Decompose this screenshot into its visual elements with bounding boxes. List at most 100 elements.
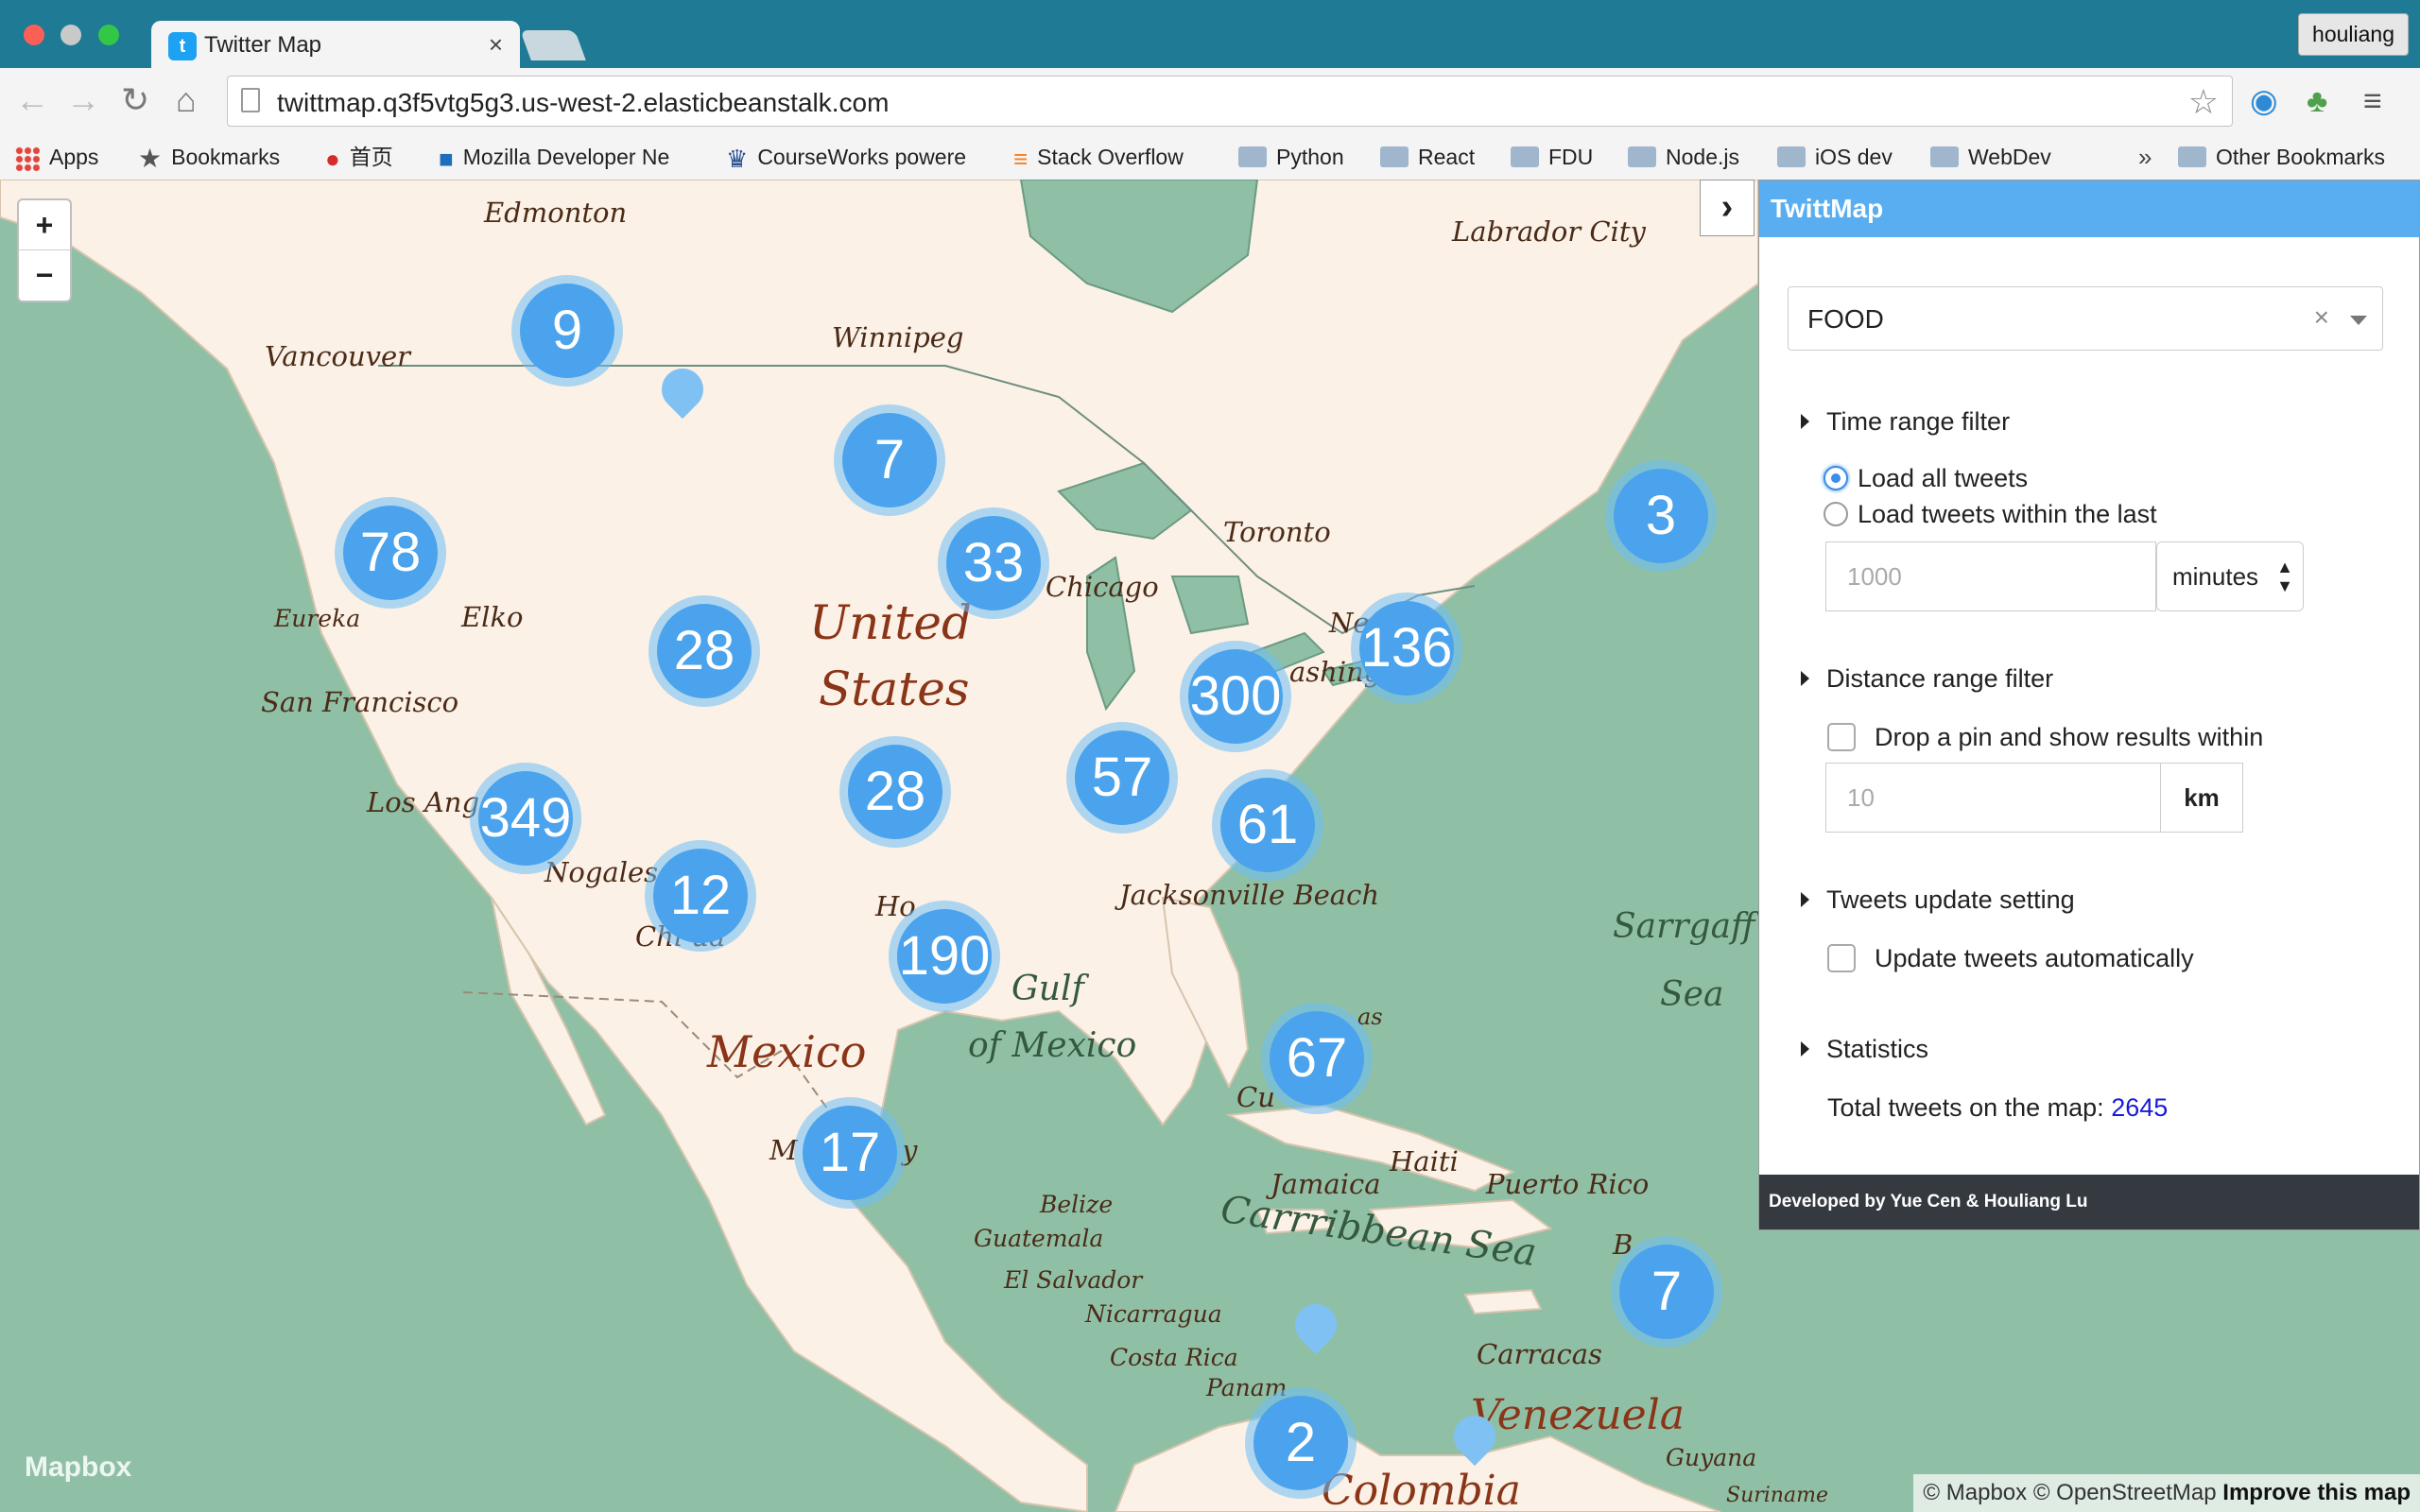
drop-pin-option[interactable]: Drop a pin and show results within [1827,722,2263,753]
back-arrow-icon[interactable]: ← [15,81,49,119]
home-icon[interactable]: ⌂ [176,81,197,119]
load-tweets-within-option[interactable]: Load tweets within the last [1824,500,2157,529]
cluster-count: 33 [946,516,1041,610]
tweet-cluster[interactable]: 7 [1611,1236,1722,1348]
tweet-cluster[interactable]: 190 [889,901,1000,1012]
menu-icon[interactable]: ≡ [2363,85,2382,117]
browser-tab[interactable]: t Twitter Map × [151,21,520,68]
auto-update-option[interactable]: Update tweets automatically [1827,943,2194,974]
bookmark-folder-python[interactable]: Python [1238,140,1344,174]
bookmark-label: 首页 [349,145,393,169]
tweet-cluster[interactable]: 33 [938,507,1049,619]
bookmark-folder-webdev[interactable]: WebDev [1930,140,2051,174]
total-tweets-row: Total tweets on the map: 2645 [1827,1093,2168,1123]
bookmark-star-icon[interactable]: ☆ [2188,82,2219,122]
total-tweets-value: 2645 [2111,1093,2169,1122]
place-label: Labrador City [1452,215,1646,248]
section-title: Time range filter [1826,407,2011,436]
distance-range-filter-toggle[interactable]: Distance range filter [1801,664,2053,694]
distance-input[interactable]: 10 [1825,763,2162,833]
attribution-mapbox-link[interactable]: © Mapbox [1923,1480,2027,1505]
tweet-cluster[interactable]: 2 [1245,1387,1357,1499]
minimize-window-button[interactable] [60,25,81,45]
caret-right-icon [1801,1040,1809,1057]
load-all-tweets-option[interactable]: Load all tweets [1824,464,2028,493]
tweet-cluster[interactable]: 28 [839,736,951,848]
bookmark-folder-react[interactable]: React [1380,140,1475,174]
topic-selected-value: FOOD [1807,304,1884,334]
auto-update-checkbox[interactable] [1827,943,1856,972]
clear-topic-icon[interactable]: × [2314,302,2329,333]
cluster-count: 17 [803,1106,897,1200]
cluster-count: 12 [653,849,748,943]
tweet-cluster[interactable]: 7 [834,404,945,516]
bookmark-bookmarks[interactable]: ★ Bookmarks [138,140,280,174]
bookmark-label: Node.js [1666,145,1739,169]
tweet-cluster[interactable]: 349 [470,763,581,874]
new-tab-button[interactable] [520,30,586,60]
mapbox-logo[interactable]: Mapbox [25,1452,131,1484]
tweet-cluster[interactable]: 78 [335,497,446,609]
bookmark-weibo[interactable]: ● 首页 [325,140,393,174]
bookmark-label: CourseWorks powere [757,145,967,169]
time-amount-input[interactable]: 1000 [1825,541,2156,611]
panel-collapse-chevron-icon[interactable]: › [1700,180,1754,236]
bookmark-folder-ios-dev[interactable]: iOS dev [1777,140,1893,174]
section-title: Tweets update setting [1826,885,2075,914]
profile-button[interactable]: houliang [2298,13,2409,56]
url-text[interactable]: twittmap.q3f5vtg5g3.us-west-2.elasticbea… [277,88,889,118]
tab-close-icon[interactable]: × [489,30,503,60]
bookmark-apps[interactable]: Apps [15,140,98,174]
bookmark-label: Apps [49,145,99,169]
tab-title: Twitter Map [204,32,322,58]
bookmark-label: React [1418,145,1476,169]
radio-unselected[interactable] [1824,501,1848,526]
place-label: El Salvador [1004,1266,1143,1294]
radio-selected[interactable] [1824,465,1848,490]
bookmark-stackoverflow[interactable]: ≡ Stack Overflow [1013,140,1184,174]
place-label: Edmonton [484,197,628,229]
bookmark-other-bookmarks[interactable]: Other Bookmarks [2178,140,2385,174]
tweet-cluster[interactable]: 9 [511,275,623,387]
zoom-out-button[interactable]: − [19,250,70,300]
forward-arrow-icon[interactable]: → [66,81,100,119]
maximize-window-button[interactable] [98,25,119,45]
more-bookmarks-chevron-icon[interactable]: » [2138,140,2152,174]
tweet-cluster[interactable]: 57 [1066,722,1178,833]
bookmark-label: WebDev [1968,145,2051,169]
cluster-count: 190 [897,909,992,1004]
zoom-in-button[interactable]: + [19,200,70,250]
improve-map-link[interactable]: Improve this map [2222,1480,2411,1505]
tree-extension-icon[interactable]: ♣ [2307,85,2327,117]
drop-pin-checkbox[interactable] [1827,722,1856,751]
globe-extension-icon[interactable]: ◉ [2250,85,2278,117]
topic-select[interactable]: FOOD × [1788,286,2383,351]
close-window-button[interactable] [24,25,44,45]
mdn-icon: ■ [439,144,454,173]
folder-icon [1238,146,1267,167]
attribution-osm-link[interactable]: © OpenStreetMap [2033,1480,2217,1505]
tweet-cluster[interactable]: 17 [794,1097,906,1209]
bookmark-folder-nodejs[interactable]: Node.js [1628,140,1739,174]
tweet-cluster[interactable]: 136 [1351,593,1462,704]
bookmark-mdn[interactable]: ■ Mozilla Developer Ne [439,140,669,174]
bookmark-courseworks[interactable]: ♛ CourseWorks powere [726,140,966,174]
tweet-cluster[interactable]: 28 [648,595,760,707]
tweet-cluster[interactable]: 300 [1180,641,1291,752]
tweet-cluster[interactable]: 61 [1212,769,1323,881]
time-unit-select[interactable]: minutes ▲ ▼ [2156,541,2304,611]
cluster-count: 300 [1188,649,1283,744]
dropdown-arrow-icon[interactable] [2350,316,2367,325]
tweet-cluster[interactable]: 3 [1605,460,1717,572]
folder-icon [1628,146,1656,167]
section-title: Distance range filter [1826,664,2054,693]
tweets-update-setting-toggle[interactable]: Tweets update setting [1801,885,2075,915]
statistics-toggle[interactable]: Statistics [1801,1035,1928,1064]
folder-icon [1380,146,1409,167]
bookmark-folder-fdu[interactable]: FDU [1511,140,1593,174]
tweet-cluster[interactable]: 67 [1261,1003,1373,1114]
tweet-cluster[interactable]: 12 [645,840,756,952]
address-bar[interactable]: twittmap.q3f5vtg5g3.us-west-2.elasticbea… [227,76,2233,127]
reload-icon[interactable]: ↻ [121,81,149,119]
time-range-filter-toggle[interactable]: Time range filter [1801,407,2010,437]
